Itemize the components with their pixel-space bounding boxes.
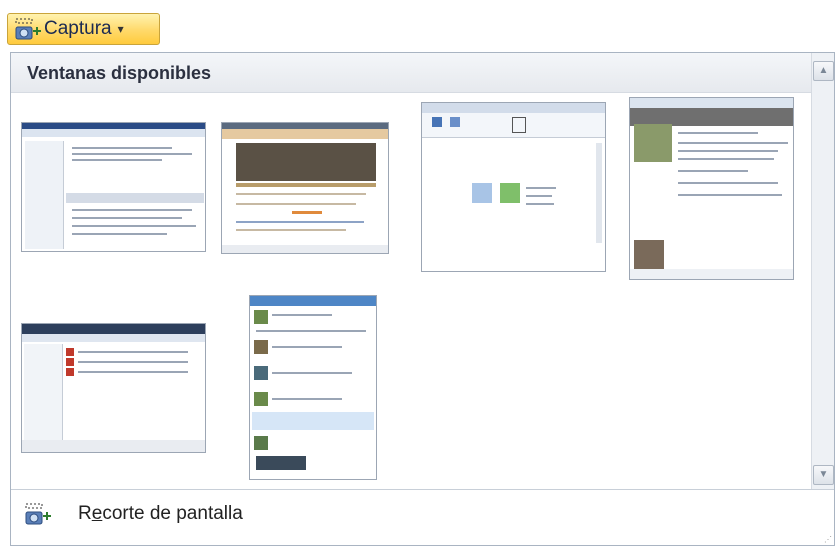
capture-dropdown-panel: Ventanas disponibles ▲ ▼ Recorte de pant…	[10, 52, 835, 546]
screen-clipping-icon	[25, 503, 51, 525]
panel-title: Ventanas disponibles	[27, 63, 212, 83]
chevron-down-icon[interactable]: ▾	[118, 22, 124, 36]
window-thumbnail-word[interactable]	[21, 122, 206, 252]
window-thumbnail-browser[interactable]	[221, 122, 389, 254]
screen-clipping-label: Recorte de pantalla	[78, 503, 243, 524]
vertical-scrollbar[interactable]: ▲ ▼	[811, 53, 834, 489]
scroll-up-button[interactable]: ▲	[813, 61, 834, 81]
resize-grip[interactable]: ⋰	[824, 535, 832, 544]
capture-button[interactable]: Captura ▾	[7, 13, 160, 45]
scroll-down-button[interactable]: ▼	[813, 465, 834, 485]
window-thumbnail-chat[interactable]	[629, 97, 794, 280]
window-thumbnail-explorer[interactable]	[21, 323, 206, 453]
window-thumbnail-messenger[interactable]	[249, 295, 377, 480]
panel-header: Ventanas disponibles	[11, 53, 834, 93]
capture-label: Captura	[44, 18, 112, 39]
screenshot-icon	[15, 18, 41, 40]
window-thumbnail-paint[interactable]	[421, 102, 606, 272]
screen-clipping-item[interactable]: Recorte de pantalla	[11, 489, 834, 538]
